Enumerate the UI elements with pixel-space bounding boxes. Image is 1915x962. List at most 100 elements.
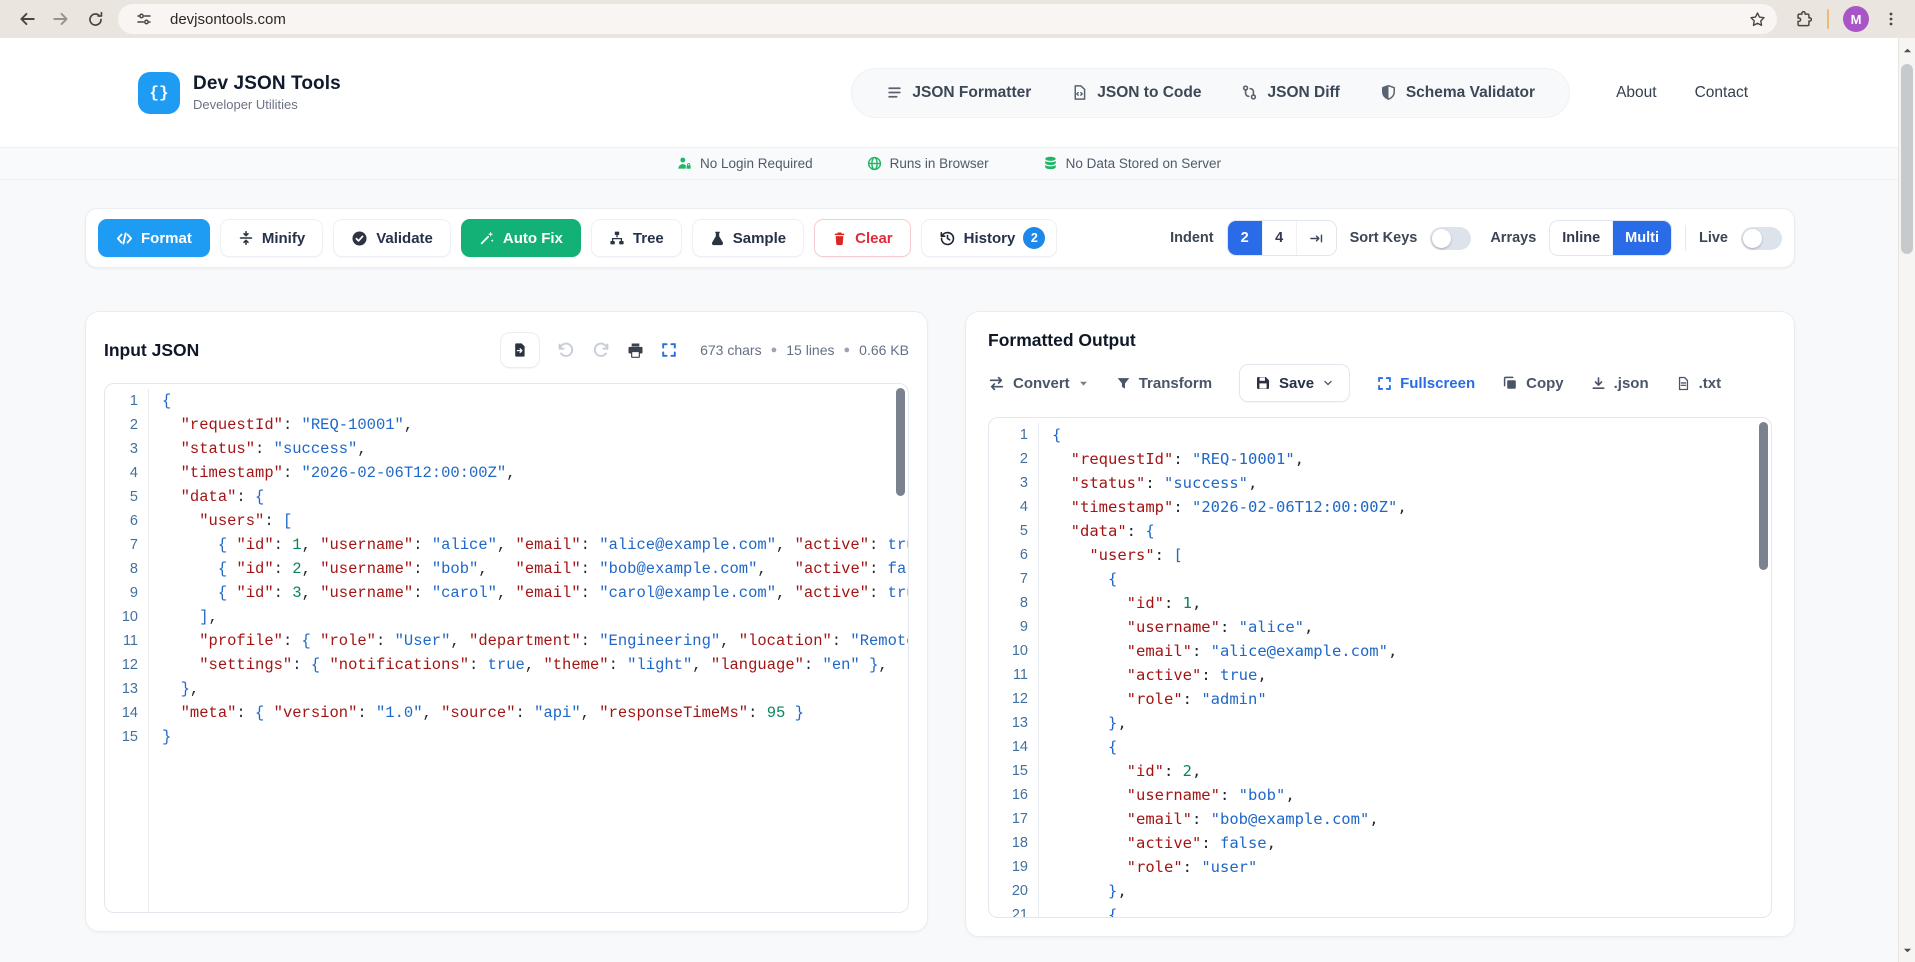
- nav-json-formatter[interactable]: JSON Formatter: [886, 84, 1031, 102]
- list-lines-icon: [886, 84, 903, 101]
- output-editor[interactable]: 123456789101112131415161718192021 { "req…: [988, 417, 1772, 918]
- tree-icon: [609, 230, 625, 246]
- site-settings-icon[interactable]: [130, 5, 158, 33]
- sample-button[interactable]: Sample: [692, 219, 804, 257]
- browser-forward-icon[interactable]: [46, 4, 76, 34]
- live-toggle[interactable]: [1741, 227, 1782, 250]
- copy-button[interactable]: Copy: [1502, 375, 1564, 392]
- validate-button[interactable]: Validate: [333, 219, 451, 257]
- sort-keys-toggle[interactable]: [1430, 227, 1471, 250]
- browser-chrome: devjsontools.com M: [0, 0, 1915, 38]
- format-button[interactable]: Format: [98, 219, 210, 257]
- scrollbar-thumb[interactable]: [1901, 64, 1913, 254]
- printer-icon: [627, 342, 644, 359]
- nav-json-diff[interactable]: JSON Diff: [1241, 84, 1339, 102]
- arrays-multi-option[interactable]: Multi: [1612, 221, 1671, 255]
- user-lock-icon: [677, 156, 692, 171]
- controls-divider: [1685, 225, 1686, 251]
- input-scroll-thumb[interactable]: [896, 388, 905, 496]
- page-scrollbar[interactable]: [1898, 38, 1915, 962]
- globe-icon: [867, 156, 882, 171]
- menu-kebab-icon[interactable]: [1877, 5, 1905, 33]
- magic-wand-icon: [479, 230, 495, 246]
- input-panel: Input JSON: [85, 311, 928, 932]
- output-panel-title: Formatted Output: [988, 330, 1772, 351]
- arrays-label: Arrays: [1490, 230, 1536, 246]
- tree-button[interactable]: Tree: [591, 219, 682, 257]
- clear-button[interactable]: Clear: [814, 219, 911, 257]
- browser-back-icon[interactable]: [12, 4, 42, 34]
- nav-label: JSON Formatter: [912, 84, 1031, 102]
- input-editor[interactable]: 123456789101112131415 { "requestId": "RE…: [104, 383, 909, 913]
- bookmark-star-icon[interactable]: [1743, 5, 1771, 33]
- history-button[interactable]: History 2: [921, 219, 1058, 257]
- link-contact[interactable]: Contact: [1695, 84, 1748, 102]
- byte-size: 0.66 KB: [859, 342, 909, 358]
- download-txt-button[interactable]: .txt: [1676, 375, 1722, 392]
- redo-button[interactable]: [592, 341, 610, 359]
- nav-label: Schema Validator: [1406, 84, 1535, 102]
- download-icon: [1591, 376, 1606, 391]
- sort-keys-label: Sort Keys: [1350, 230, 1418, 246]
- indent-2-option[interactable]: 2: [1228, 221, 1262, 255]
- indent-label: Indent: [1170, 230, 1214, 246]
- undo-button[interactable]: [557, 341, 575, 359]
- text-file-icon: [1676, 376, 1691, 391]
- char-count: 673 chars: [700, 342, 761, 358]
- output-editor-scrollbar[interactable]: [1759, 422, 1769, 913]
- minify-button[interactable]: Minify: [220, 219, 323, 257]
- collapse-arrows-icon: [238, 230, 254, 246]
- trust-label: No Data Stored on Server: [1066, 156, 1221, 171]
- output-fullscreen-button[interactable]: Fullscreen: [1377, 375, 1475, 392]
- input-panel-title: Input JSON: [104, 340, 199, 361]
- convert-button[interactable]: Convert: [988, 375, 1089, 392]
- browser-reload-icon[interactable]: [80, 4, 110, 34]
- nav-schema-validator[interactable]: Schema Validator: [1380, 84, 1535, 102]
- nav-label: JSON to Code: [1097, 84, 1201, 102]
- app-subtitle: Developer Utilities: [193, 97, 341, 112]
- chevron-down-icon: [1078, 378, 1089, 389]
- print-button[interactable]: [627, 342, 644, 359]
- link-about[interactable]: About: [1616, 84, 1657, 102]
- toggle-knob: [1743, 229, 1762, 248]
- extensions-icon[interactable]: [1789, 5, 1817, 33]
- save-button[interactable]: Save: [1239, 364, 1350, 402]
- import-file-button[interactable]: [500, 332, 540, 368]
- profile-avatar[interactable]: M: [1843, 6, 1869, 32]
- indent-4-option[interactable]: 4: [1262, 221, 1296, 255]
- fullscreen-icon: [1377, 376, 1392, 391]
- toggle-knob: [1432, 229, 1451, 248]
- output-code-area[interactable]: { "requestId": "REQ-10001", "status": "s…: [1039, 423, 1771, 917]
- app-title: Dev JSON Tools: [193, 73, 341, 95]
- download-json-button[interactable]: .json: [1591, 375, 1649, 392]
- scrollbar-up-icon[interactable]: [1899, 42, 1915, 58]
- history-clock-icon: [939, 230, 956, 247]
- address-bar[interactable]: devjsontools.com: [118, 4, 1777, 34]
- chrome-divider: [1827, 9, 1829, 29]
- scrollbar-down-icon[interactable]: [1899, 942, 1915, 958]
- output-scroll-thumb[interactable]: [1759, 422, 1768, 570]
- trust-runs-in-browser: Runs in Browser: [867, 156, 989, 171]
- autofix-button[interactable]: Auto Fix: [461, 219, 581, 257]
- trust-label: Runs in Browser: [890, 156, 989, 171]
- dot-separator: ●: [844, 344, 851, 356]
- flask-icon: [710, 231, 725, 246]
- indent-tab-option[interactable]: [1296, 221, 1336, 255]
- fullscreen-icon: [661, 342, 677, 358]
- swap-arrows-icon: [988, 375, 1005, 392]
- trust-no-login: No Login Required: [677, 156, 813, 171]
- input-editor-scrollbar[interactable]: [896, 388, 906, 908]
- live-label: Live: [1699, 230, 1728, 246]
- input-fullscreen-button[interactable]: [661, 342, 677, 358]
- url-text[interactable]: devjsontools.com: [170, 11, 286, 28]
- code-file-icon: [1071, 84, 1088, 101]
- dot-separator: ●: [771, 344, 778, 356]
- arrays-segment: Inline Multi: [1549, 220, 1672, 256]
- transform-button[interactable]: Transform: [1116, 375, 1212, 392]
- chevron-down-icon: [1322, 377, 1334, 389]
- input-code-area[interactable]: { "requestId": "REQ-10001", "status": "s…: [149, 389, 908, 912]
- app-logo: {}: [138, 72, 180, 114]
- input-stats: 673 chars ● 15 lines ● 0.66 KB: [700, 342, 909, 358]
- nav-json-to-code[interactable]: JSON to Code: [1071, 84, 1201, 102]
- arrays-inline-option[interactable]: Inline: [1550, 221, 1612, 255]
